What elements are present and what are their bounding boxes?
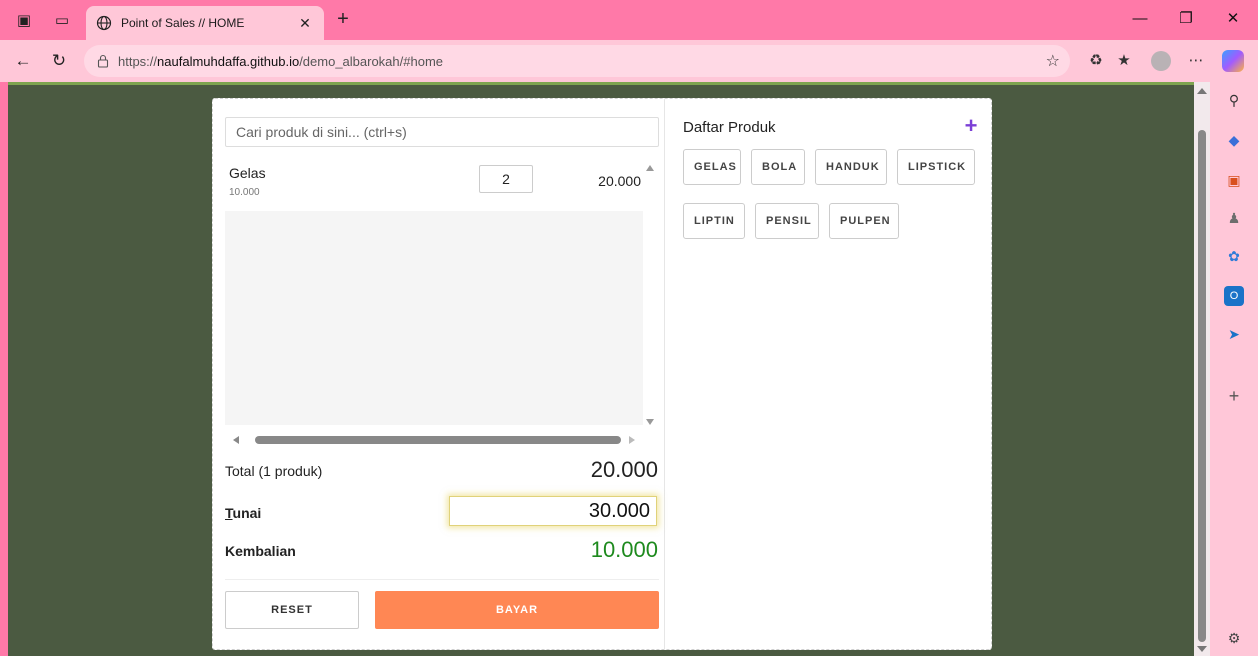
product-chip-pulpen[interactable]: PULPEN [829,203,899,239]
copilot-icon[interactable] [1222,50,1244,72]
profile-avatar[interactable] [1151,51,1171,71]
restore-icon[interactable]: ❐ [1175,8,1197,30]
url-prefix: https:// [118,53,158,69]
back-icon[interactable]: ← [12,50,34,72]
cart-scroll-up-icon[interactable] [646,165,654,171]
more-menu-icon[interactable]: ⋯ [1186,51,1206,71]
navigation-bar: ← ↻ https://naufalmuhdaffa.github.io/dem… [0,40,1258,82]
minimize-icon[interactable]: — [1129,8,1151,30]
sidebar-settings-icon[interactable]: ⚙ [1224,628,1244,648]
cart-item-price: 10.000 [229,187,260,198]
globe-icon [96,15,112,31]
tunai-label: Tunai [225,505,261,521]
add-product-icon[interactable]: + [961,115,981,137]
lock-icon[interactable] [96,54,110,68]
tools-briefcase-icon[interactable]: ▣ [1224,170,1244,190]
outlook-icon[interactable]: O [1224,286,1244,306]
favorite-star-icon[interactable]: ☆ [1046,51,1060,71]
cart-item-subtotal: 20.000 [598,173,641,189]
address-bar[interactable]: https://naufalmuhdaffa.github.io/demo_al… [84,45,1070,77]
cart-scroll-down-icon[interactable] [646,419,654,425]
page-scrollbar[interactable] [1194,82,1210,656]
send-icon[interactable]: ➤ [1224,324,1244,344]
games-icon[interactable]: ♟ [1224,208,1244,228]
cart-item-name: Gelas [229,165,266,181]
search-icon[interactable]: ⚲ [1224,90,1244,110]
window-close-icon[interactable]: ✕ [1222,8,1244,30]
tab-actions-icon[interactable]: ▭ [52,10,72,30]
cart-list: Gelas 10.000 2 20.000 [225,155,643,425]
product-list-title: Daftar Produk [683,119,776,136]
scroll-up-icon[interactable] [1197,88,1207,94]
total-label: Total (1 produk) [225,463,323,479]
new-tab-icon[interactable]: + [332,8,354,30]
product-chip-lipstick[interactable]: LIPSTICK [897,149,975,185]
product-chip-handuk[interactable]: HANDUK [815,149,887,185]
workspaces-icon[interactable]: ▣ [14,10,34,30]
url-text: https://naufalmuhdaffa.github.io/demo_al… [118,54,443,69]
cart-scroll-right-icon[interactable] [629,436,635,444]
product-search-input[interactable] [225,117,659,147]
active-tab[interactable]: Point of Sales // HOME ✕ [86,6,324,40]
reset-button[interactable]: RESET [225,591,359,629]
product-chip-liptin[interactable]: LIPTIN [683,203,745,239]
refresh-icon[interactable]: ↻ [48,50,70,72]
kembalian-value: 10.000 [590,537,658,562]
scrollbar-thumb[interactable] [1198,130,1206,642]
cart-scroll-left-icon[interactable] [233,436,239,444]
product-chip-pensil[interactable]: PENSIL [755,203,819,239]
scroll-down-icon[interactable] [1197,646,1207,652]
cart-pane: Gelas 10.000 2 20.000 Total (1 produk) 2… [213,99,665,649]
shopping-tag-icon[interactable]: ◆ [1224,130,1244,150]
cart-item-row[interactable]: Gelas 10.000 2 20.000 [225,155,643,211]
total-value: 20.000 [590,457,658,482]
cart-vertical-scrollbar[interactable] [643,155,657,427]
url-path: /demo_albarokah/#home [299,53,444,69]
product-chip-bola[interactable]: BOLA [751,149,805,185]
add-sidebar-app-icon[interactable]: + [1224,386,1244,406]
pos-card: Gelas 10.000 2 20.000 Total (1 produk) 2… [212,98,992,650]
product-pane: Daftar Produk + GELAS BOLA HANDUK LIPSTI… [665,99,991,649]
cart-item-qty-input[interactable]: 2 [479,165,533,193]
cart-horizontal-scrollbar[interactable] [225,433,643,447]
extensions-icon[interactable]: ♻ [1086,51,1106,71]
actions-divider [225,579,659,580]
bayar-button[interactable]: BAYAR [375,591,659,629]
favorites-list-icon[interactable]: ★ [1114,51,1134,71]
tab-close-icon[interactable]: ✕ [296,15,314,32]
product-chip-gelas[interactable]: GELAS [683,149,741,185]
cart-hscroll-thumb[interactable] [255,436,621,444]
tunai-label-accesskey: T [225,505,233,521]
tab-strip: ▣ ▭ Point of Sales // HOME ✕ + — ❐ ✕ [0,0,1258,40]
tunai-label-rest: unai [232,505,262,521]
tunai-input[interactable] [449,496,657,526]
browser-sidebar: ⚲ ◆ ▣ ♟ ✿ O ➤ + ⚙ [1210,82,1258,656]
tab-title: Point of Sales // HOME [121,16,245,30]
kembalian-label: Kembalian [225,543,296,559]
url-domain: naufalmuhdaffa.github.io [157,53,300,69]
microsoft365-icon[interactable]: ✿ [1224,246,1244,266]
